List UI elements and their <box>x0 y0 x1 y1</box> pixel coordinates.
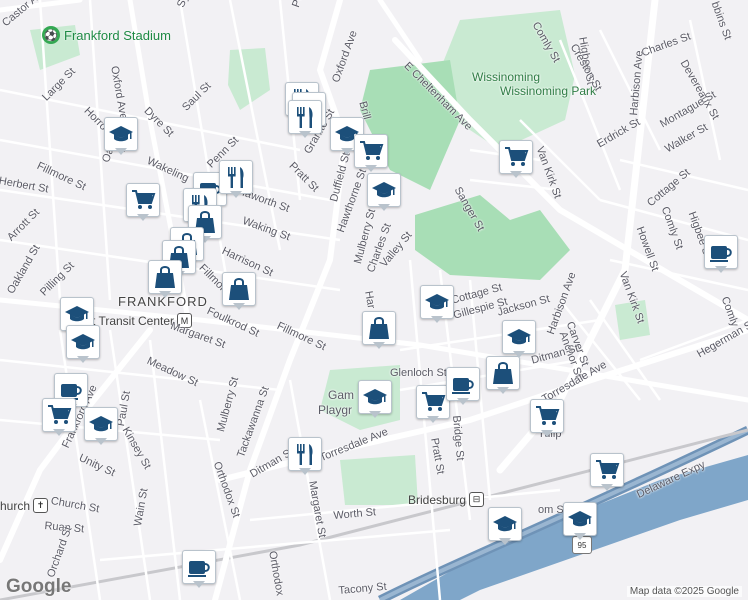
map-marker[interactable] <box>704 235 738 275</box>
map-marker[interactable] <box>104 117 138 157</box>
bag-icon <box>222 272 256 306</box>
marker-pointer <box>427 416 439 423</box>
map-marker[interactable] <box>126 183 160 223</box>
marker-pointer <box>193 581 205 588</box>
school-icon <box>66 325 100 359</box>
marker-pointer <box>95 438 107 445</box>
street-label: Glenloch St <box>390 367 447 379</box>
stadium-poi[interactable]: ⚽ Frankford Stadium <box>42 26 171 44</box>
church-label: hurch <box>0 498 31 513</box>
school-icon <box>358 380 392 414</box>
map-marker[interactable] <box>66 325 100 365</box>
bag-icon <box>362 311 396 345</box>
restaurant-icon <box>288 100 322 134</box>
map-marker[interactable] <box>288 437 322 477</box>
map-marker[interactable] <box>358 380 392 420</box>
stadium-label: Frankford Stadium <box>64 27 171 43</box>
park-label: Wissinoming Park <box>500 84 597 98</box>
cart-icon <box>499 140 533 174</box>
school-icon <box>367 173 401 207</box>
marker-pointer <box>299 468 311 475</box>
map-marker[interactable] <box>222 272 256 312</box>
marker-pointer <box>53 429 65 436</box>
church-poi[interactable]: hurch ✝ <box>0 498 49 513</box>
marker-pointer <box>299 131 311 138</box>
map-marker[interactable] <box>416 385 450 425</box>
marker-pointer <box>499 538 511 545</box>
google-logo: Google <box>6 576 72 597</box>
map-marker[interactable] <box>148 260 182 300</box>
map-marker[interactable] <box>288 100 322 140</box>
map-marker[interactable] <box>590 453 624 493</box>
marker-pointer <box>497 387 509 394</box>
cart-icon <box>354 134 388 168</box>
map-canvas[interactable]: ⚽ Frankford Stadium Wissinoming Wissinom… <box>0 0 748 600</box>
cart-icon <box>530 399 564 433</box>
marker-pointer <box>230 191 242 198</box>
marker-pointer <box>601 484 613 491</box>
map-attribution: Map data ©2025 Google <box>626 586 742 597</box>
school-icon <box>502 320 536 354</box>
marker-pointer <box>365 165 377 172</box>
map-marker[interactable] <box>420 285 454 325</box>
map-marker[interactable] <box>488 507 522 547</box>
marker-pointer <box>715 266 727 273</box>
map-marker[interactable] <box>486 356 520 396</box>
school-icon <box>104 117 138 151</box>
church-icon: ✝ <box>33 498 49 513</box>
coffee-icon <box>182 550 216 584</box>
marker-pointer <box>378 204 390 211</box>
marker-pointer <box>77 356 89 363</box>
marker-pointer <box>369 411 381 418</box>
bridesburg-station[interactable]: Bridesburg ⊟ <box>408 492 485 507</box>
stadium-icon: ⚽ <box>42 26 60 44</box>
marker-pointer <box>457 398 469 405</box>
map-marker[interactable] <box>219 160 253 200</box>
map-marker[interactable] <box>42 398 76 438</box>
park-label-1: Wissinoming <box>472 70 541 84</box>
marker-pointer <box>341 148 353 155</box>
map-marker[interactable] <box>84 407 118 447</box>
marker-pointer <box>233 303 245 310</box>
marker-pointer <box>513 351 525 358</box>
playground-label-1: Gam <box>328 388 355 402</box>
map-marker[interactable] <box>563 502 597 542</box>
cart-icon <box>126 183 160 217</box>
marker-pointer <box>510 171 522 178</box>
marker-pointer <box>574 533 586 540</box>
map-marker[interactable] <box>446 367 480 407</box>
map-marker[interactable] <box>499 140 533 180</box>
marker-pointer <box>541 430 553 437</box>
cart-icon <box>590 453 624 487</box>
cart-icon <box>416 385 450 419</box>
school-icon <box>84 407 118 441</box>
marker-pointer <box>431 316 443 323</box>
map-marker[interactable] <box>182 550 216 590</box>
school-icon <box>420 285 454 319</box>
map-marker[interactable] <box>502 320 536 360</box>
bag-icon <box>486 356 520 390</box>
playground-label-2: Playgr <box>318 403 353 417</box>
marker-pointer <box>115 148 127 155</box>
coffee-icon <box>704 235 738 269</box>
train-icon: ⊟ <box>469 492 485 507</box>
restaurant-icon <box>219 160 253 194</box>
coffee-icon <box>446 367 480 401</box>
restaurant-icon <box>288 437 322 471</box>
marker-pointer <box>373 342 385 349</box>
marker-pointer <box>159 291 171 298</box>
cart-icon <box>42 398 76 432</box>
school-icon <box>563 502 597 536</box>
bag-icon <box>148 260 182 294</box>
map-marker[interactable] <box>362 311 396 351</box>
bridesburg-label: Bridesburg <box>408 492 467 507</box>
map-marker[interactable] <box>354 134 388 174</box>
map-marker[interactable] <box>530 399 564 439</box>
marker-pointer <box>137 214 149 221</box>
school-icon <box>488 507 522 541</box>
map-marker[interactable] <box>367 173 401 213</box>
